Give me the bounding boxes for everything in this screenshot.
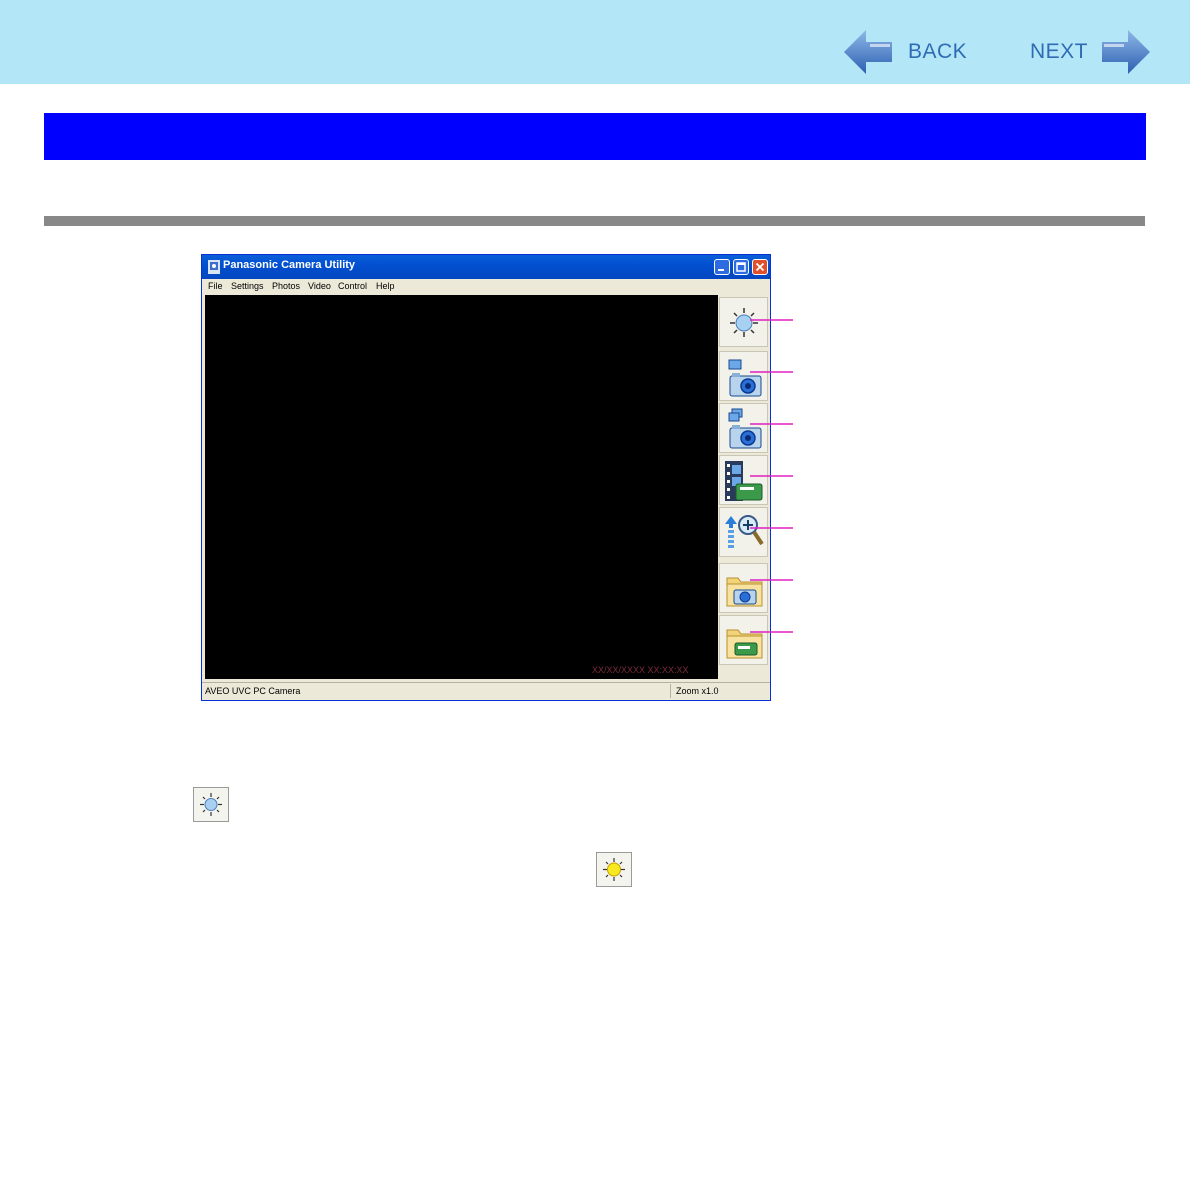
menu-settings[interactable]: Settings: [231, 281, 264, 291]
single-photo-icon: [728, 359, 762, 397]
light-off-button[interactable]: [193, 787, 229, 822]
video-record-button[interactable]: [719, 455, 768, 505]
menu-help[interactable]: Help: [376, 281, 395, 291]
camera-name-status: AVEO UVC PC Camera: [205, 686, 301, 696]
window-title: Panasonic Camera Utility: [223, 259, 356, 271]
camera-utility-window: Panasonic Camera Utility File Settings P…: [201, 254, 771, 701]
section-divider: [44, 216, 1145, 226]
menu-file[interactable]: File: [208, 281, 223, 291]
video-record-icon: [725, 461, 763, 501]
continuous-photo-button[interactable]: [719, 403, 768, 453]
section-title-band: [44, 113, 1146, 160]
video-preview: XX/XX/XXXX XX:XX:XX: [205, 295, 718, 679]
single-photo-button[interactable]: [719, 351, 768, 401]
menu-video[interactable]: Video: [308, 281, 331, 291]
light-icon: [730, 308, 758, 337]
next-label: NEXT: [1030, 40, 1089, 63]
status-separator: [670, 684, 671, 698]
top-nav-bar: BACK NEXT: [0, 0, 1190, 84]
close-icon: [755, 262, 765, 272]
close-button[interactable]: [752, 259, 768, 275]
continuous-photo-icon: [728, 408, 762, 449]
back-label: BACK: [908, 40, 968, 63]
app-camera-icon: [208, 260, 220, 274]
back-arrow-icon: [844, 30, 892, 74]
minimize-button[interactable]: [714, 259, 730, 275]
zoom-icon: [725, 515, 764, 548]
menu-control[interactable]: Control: [338, 281, 367, 291]
light-on-button[interactable]: [596, 852, 632, 887]
zoom-button[interactable]: [719, 507, 768, 557]
menu-photos[interactable]: Photos: [272, 281, 300, 291]
window-titlebar[interactable]: Panasonic Camera Utility: [202, 255, 770, 279]
light-button[interactable]: [719, 297, 768, 347]
minimize-icon: [718, 269, 724, 271]
next-arrow-icon: [1102, 30, 1151, 74]
video-timestamp: XX/XX/XXXX XX:XX:XX: [592, 665, 689, 675]
maximize-button[interactable]: [733, 259, 749, 275]
status-bar: AVEO UVC PC Camera Zoom x1.0: [202, 682, 770, 700]
side-toolbar: [718, 295, 770, 679]
video-folder-icon: [726, 629, 763, 659]
zoom-status: Zoom x1.0: [676, 686, 719, 696]
maximize-icon: [736, 262, 746, 272]
photo-folder-icon: [726, 577, 763, 607]
back-button[interactable]: BACK: [842, 28, 967, 76]
light-off-icon: [200, 793, 222, 816]
light-on-icon: [603, 858, 625, 881]
photo-folder-button[interactable]: [719, 563, 768, 613]
menu-bar: File Settings Photos Video Control Help: [202, 279, 770, 295]
video-folder-button[interactable]: [719, 615, 768, 665]
next-button[interactable]: NEXT: [1030, 28, 1152, 76]
